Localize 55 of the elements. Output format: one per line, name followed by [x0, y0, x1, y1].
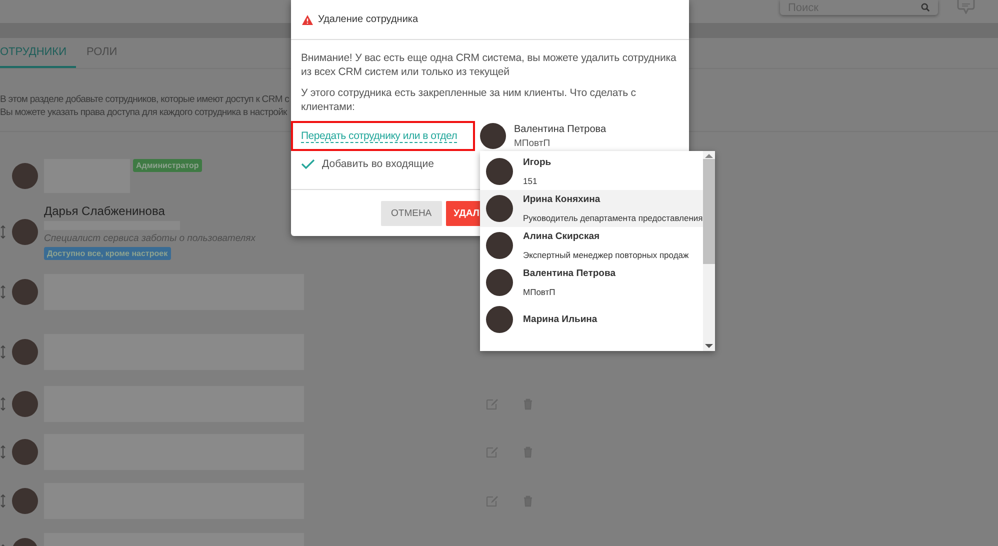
avatar: [12, 279, 38, 305]
trash-icon[interactable]: [522, 398, 534, 410]
selected-employee-position: МПовтП: [514, 138, 552, 148]
dialog-title: Удаление сотрудника: [318, 14, 418, 25]
drag-handle-icon[interactable]: [0, 285, 6, 299]
avatar: [12, 488, 38, 514]
dialog-message: Внимание! У вас есть еще одна CRM система, вы можете удалить сотрудника из всех CRM систем или только из текущей: [301, 51, 678, 79]
avatar: [12, 391, 38, 417]
avatar: [480, 123, 506, 149]
avatar: [486, 306, 513, 333]
avatar: [486, 232, 513, 259]
description-text: Вы можете указать права доступа для каждого сотрудника в настройк: [0, 106, 287, 119]
avatar: [486, 158, 513, 185]
item-name: Марина Ильина: [523, 314, 598, 325]
checkbox-label: Добавить во входящие: [322, 158, 434, 170]
avatar: [486, 195, 513, 222]
role-badge: Администратор: [133, 159, 202, 172]
checkbox[interactable]: [301, 158, 315, 170]
scroll-down-icon[interactable]: [704, 341, 713, 351]
item-position: Экспертный менеджер повторных продаж: [523, 250, 689, 260]
dropdown-item[interactable]: Ирина Коняхина Руководитель департамента предоставления: [480, 190, 703, 227]
edit-icon[interactable]: [486, 495, 498, 507]
avatar: [12, 163, 38, 189]
item-name: Игорь: [523, 157, 552, 168]
avatar: [486, 269, 513, 296]
edit-icon[interactable]: [486, 398, 498, 410]
item-position: МПовтП: [523, 287, 556, 297]
item-position: 151: [523, 176, 538, 186]
item-name: Алина Скирская: [523, 231, 601, 242]
avatar: [12, 219, 38, 245]
drag-handle-icon[interactable]: [0, 397, 6, 411]
item-name: Ирина Коняхина: [523, 194, 602, 205]
item-position: Руководитель департамента предоставления: [523, 213, 703, 223]
employee-name: Дарья Слабженинова: [44, 204, 166, 218]
drag-handle-icon[interactable]: [0, 345, 6, 359]
edit-icon[interactable]: [486, 446, 498, 458]
warning-icon: [302, 14, 313, 24]
drag-handle-icon[interactable]: [0, 445, 6, 459]
cancel-button[interactable]: ОТМЕНА: [381, 200, 442, 226]
chat-icon[interactable]: [956, 0, 976, 14]
selected-employee-name: Валентина Петрова: [514, 124, 606, 134]
item-name: Валентина Петрова: [523, 268, 616, 279]
access-badge: Доступно все, кроме настроек: [44, 247, 171, 260]
drag-handle-icon[interactable]: [0, 225, 6, 239]
avatar: [12, 339, 38, 365]
dialog-message: У этого сотрудника есть закрепленные за ним клиенты. Что сделать с клиентами:: [301, 86, 637, 114]
description-text: В этом разделе добавьте сотрудников, которые имеют доступ к CRM с: [0, 93, 290, 106]
search-icon: [921, 3, 930, 12]
trash-icon[interactable]: [522, 446, 534, 458]
transfer-link[interactable]: Передать сотруднику или в отдел: [301, 130, 458, 142]
avatar: [12, 439, 38, 465]
scrollbar-thumb[interactable]: [702, 158, 715, 264]
drag-handle-icon[interactable]: [0, 494, 6, 508]
scrollbar[interactable]: [702, 151, 715, 351]
trash-icon[interactable]: [522, 495, 534, 507]
